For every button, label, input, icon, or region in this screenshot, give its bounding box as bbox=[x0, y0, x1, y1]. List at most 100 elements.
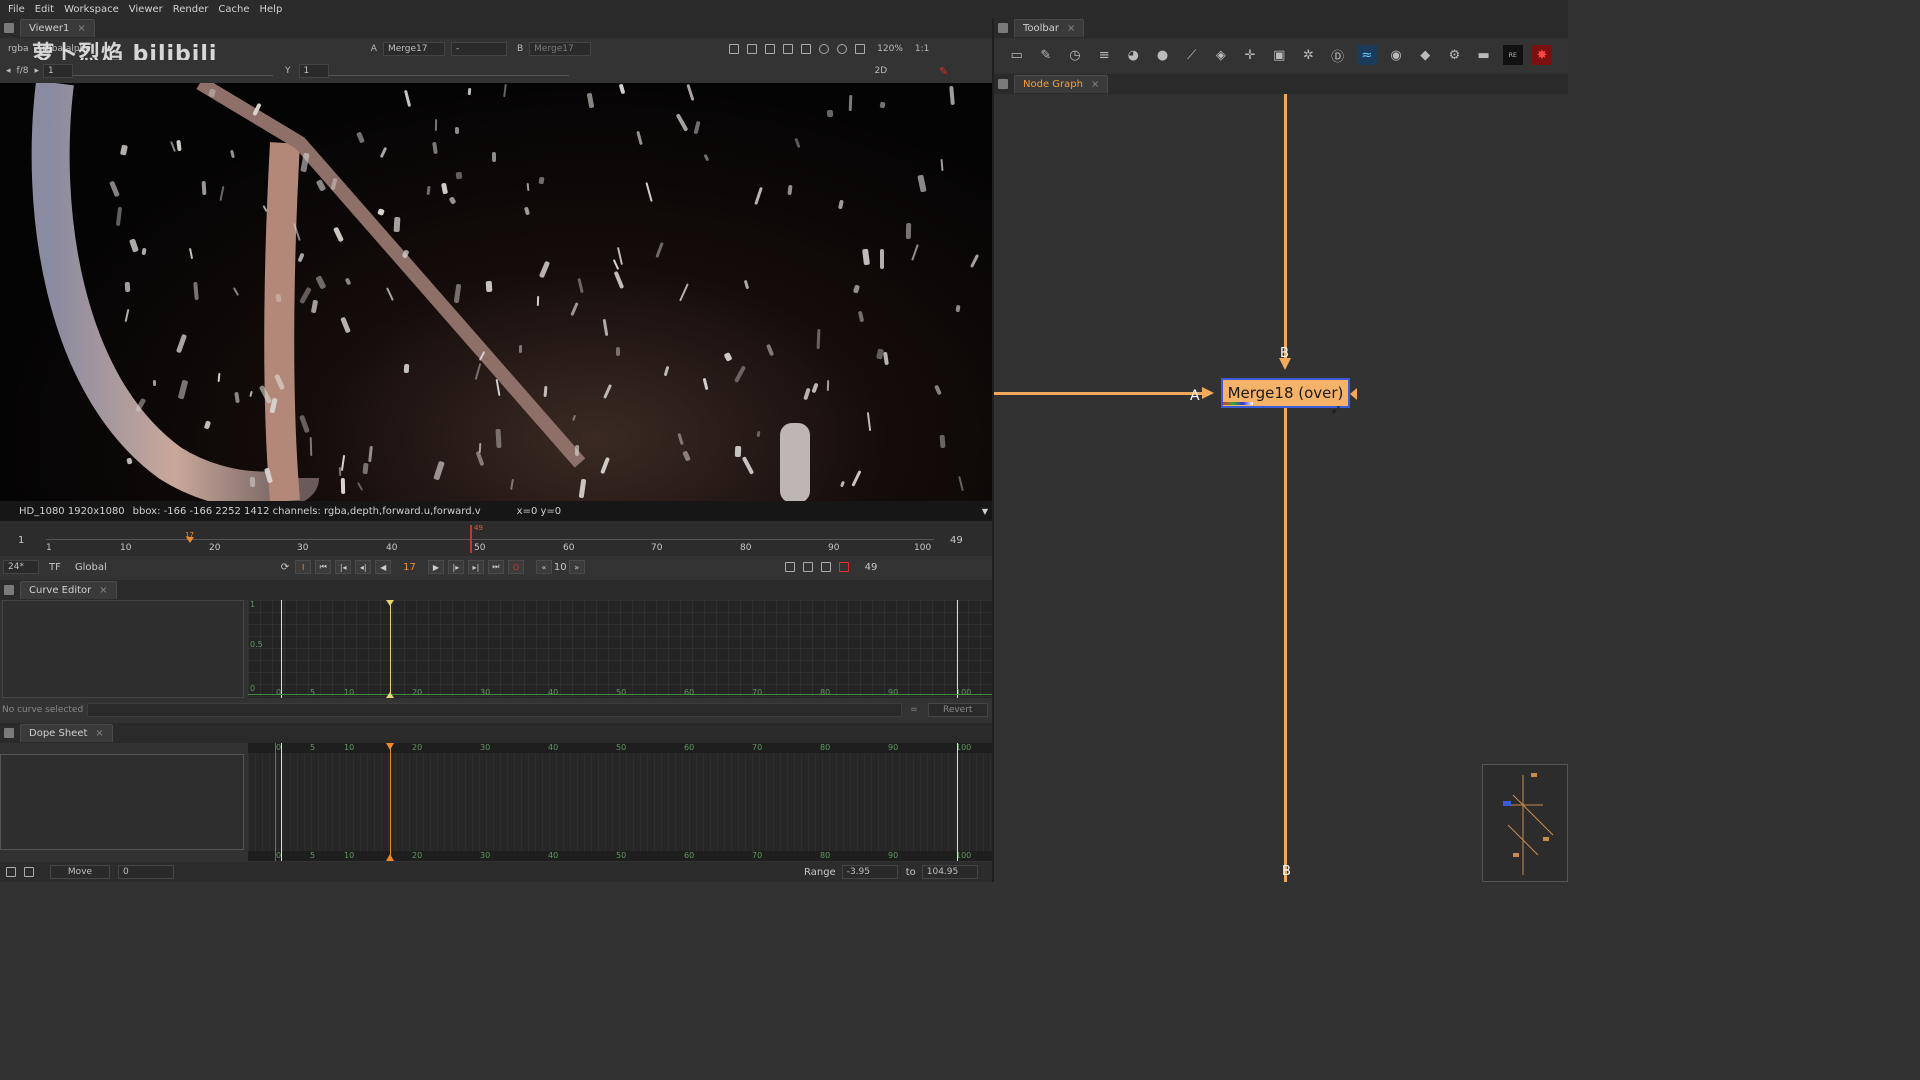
step-forward-icon[interactable]: » bbox=[568, 560, 585, 574]
channel-icon[interactable]: ≡ bbox=[1094, 45, 1114, 65]
play-back-icon[interactable]: ◀ bbox=[375, 560, 392, 574]
transform-icon[interactable]: ▣ bbox=[1269, 45, 1289, 65]
out-point-icon[interactable]: O bbox=[507, 560, 524, 574]
wipe-dropdown[interactable]: - bbox=[450, 42, 507, 56]
tab-node-graph[interactable]: Node Graph × bbox=[1014, 75, 1109, 94]
merge-icon[interactable]: ✛ bbox=[1240, 45, 1260, 65]
current-frame-field[interactable]: 17 bbox=[403, 562, 416, 573]
timeline-start[interactable]: 1 bbox=[18, 535, 24, 546]
scope-dropdown[interactable]: Global bbox=[75, 562, 107, 573]
close-icon[interactable]: × bbox=[77, 20, 85, 38]
revert-button[interactable]: Revert bbox=[927, 703, 988, 717]
reel-icon[interactable]: RE bbox=[1502, 45, 1523, 65]
fstop-value[interactable]: f/8 bbox=[17, 66, 29, 76]
sphere-icon[interactable]: ● bbox=[1153, 45, 1173, 65]
viewer-image[interactable] bbox=[0, 83, 992, 501]
zoom-dropdown[interactable]: 120% bbox=[877, 44, 903, 54]
last-frame-icon[interactable]: ⏭ bbox=[487, 560, 504, 574]
particles-icon[interactable]: Ⓓ bbox=[1328, 45, 1348, 65]
range-to-field[interactable]: 104.95 bbox=[921, 865, 978, 879]
other-icon[interactable]: ⚙ bbox=[1444, 45, 1464, 65]
close-icon[interactable]: × bbox=[99, 582, 107, 600]
timeline-ruler[interactable]: 1 10 20 30 40 50 60 70 80 90 100 17 49 bbox=[46, 524, 934, 553]
info-expand-icon[interactable]: ▼ bbox=[982, 507, 988, 516]
prev-frame-icon[interactable]: ◂| bbox=[355, 560, 372, 574]
menu-viewer[interactable]: Viewer bbox=[129, 4, 163, 15]
close-icon[interactable]: × bbox=[95, 725, 103, 743]
menu-help[interactable]: Help bbox=[260, 4, 283, 15]
next-frame-icon[interactable]: |▸ bbox=[447, 560, 464, 574]
close-icon[interactable]: × bbox=[1091, 76, 1099, 94]
lock-icon[interactable] bbox=[820, 562, 831, 572]
move-value-field[interactable]: 0 bbox=[118, 865, 174, 879]
menu-render[interactable]: Render bbox=[173, 4, 209, 15]
tab-viewer1[interactable]: Viewer1 × bbox=[20, 19, 95, 37]
gain-slider[interactable] bbox=[73, 66, 273, 76]
lines-icon[interactable] bbox=[801, 44, 812, 54]
pane-menu-handle[interactable] bbox=[998, 23, 1008, 33]
gain-field[interactable]: 1 bbox=[43, 64, 73, 78]
image-icon[interactable]: ▭ bbox=[1007, 45, 1027, 65]
cache-icon[interactable] bbox=[838, 562, 849, 572]
loop-icon[interactable]: ⟳ bbox=[281, 562, 289, 573]
views-icon[interactable]: ◉ bbox=[1386, 45, 1406, 65]
mask-icon[interactable] bbox=[765, 44, 776, 54]
in-point-icon[interactable]: I bbox=[295, 560, 312, 574]
move-button[interactable]: Move bbox=[50, 865, 110, 879]
step-field[interactable]: 10 bbox=[554, 562, 567, 573]
input-b-dropdown[interactable]: Merge17 bbox=[529, 42, 592, 56]
next-key-icon[interactable]: ▸| bbox=[467, 560, 484, 574]
channels-dropdown[interactable]: rgba bbox=[8, 44, 28, 54]
tab-dope-sheet[interactable]: Dope Sheet × bbox=[20, 724, 113, 742]
menu-cache[interactable]: Cache bbox=[218, 4, 249, 15]
input-a-dropdown[interactable]: Merge17 bbox=[382, 42, 445, 56]
tab-toolbar[interactable]: Toolbar × bbox=[1014, 19, 1085, 38]
pane-menu-handle[interactable] bbox=[998, 79, 1008, 89]
fstop-right-arrow-icon[interactable]: ▸ bbox=[34, 66, 39, 76]
deep-icon[interactable]: ≈ bbox=[1356, 45, 1377, 65]
pane-menu-handle[interactable] bbox=[4, 585, 14, 595]
view-mode-dropdown[interactable]: 2D bbox=[875, 66, 888, 76]
first-frame-icon[interactable]: ⏮ bbox=[315, 560, 332, 574]
pipe-output[interactable] bbox=[1284, 408, 1287, 882]
overlay-icon[interactable] bbox=[783, 44, 794, 54]
gamma-field[interactable]: 1 bbox=[298, 64, 329, 78]
furnace-icon[interactable]: ▬ bbox=[1474, 45, 1494, 65]
prev-key-icon[interactable]: |◂ bbox=[335, 560, 352, 574]
fps-dropdown[interactable]: 24* bbox=[3, 560, 39, 574]
ratio-dropdown[interactable]: 1:1 bbox=[915, 44, 929, 54]
curve-graph[interactable]: 1 0.5 0 0 5 10 20 30 40 50 60 70 80 90 1… bbox=[248, 600, 992, 698]
mask-input-icon[interactable] bbox=[1350, 388, 1357, 400]
pause-icon[interactable] bbox=[855, 44, 866, 54]
expression-field[interactable] bbox=[87, 703, 903, 717]
metadata-icon[interactable]: ◆ bbox=[1415, 45, 1435, 65]
play-icon[interactable]: ▶ bbox=[427, 560, 444, 574]
plugin-icon[interactable]: ✸ bbox=[1531, 45, 1552, 65]
menu-edit[interactable]: Edit bbox=[35, 4, 54, 15]
pencil-icon[interactable]: ✎ bbox=[939, 65, 948, 78]
step-back-icon[interactable]: « bbox=[535, 560, 552, 574]
pane-menu-handle[interactable] bbox=[4, 23, 14, 33]
keyer-icon[interactable]: ◈ bbox=[1211, 45, 1231, 65]
out-point-marker[interactable] bbox=[470, 525, 472, 553]
region-icon[interactable] bbox=[747, 44, 758, 54]
dope-sheet-graph[interactable]: 0 5 10 20 30 40 50 60 70 80 90 100 0 5 1… bbox=[248, 743, 992, 861]
record-icon[interactable] bbox=[802, 562, 813, 572]
pane-menu-handle[interactable] bbox=[4, 728, 14, 738]
color-icon[interactable]: ◕ bbox=[1123, 45, 1143, 65]
playhead-icon[interactable] bbox=[186, 537, 194, 543]
curve-playhead[interactable] bbox=[390, 600, 391, 698]
roi-icon[interactable] bbox=[729, 44, 740, 54]
menu-workspace[interactable]: Workspace bbox=[64, 4, 119, 15]
range-from-field[interactable]: -3.95 bbox=[841, 865, 898, 879]
close-icon[interactable]: × bbox=[1067, 20, 1075, 38]
navigator-minimap[interactable] bbox=[1482, 764, 1568, 882]
pipe-input-b[interactable] bbox=[1284, 94, 1287, 366]
key-icon[interactable] bbox=[6, 867, 16, 877]
paint-brush-icon[interactable]: ✎ bbox=[1036, 45, 1056, 65]
dope-tree-panel[interactable] bbox=[0, 754, 244, 850]
dope-playhead[interactable] bbox=[390, 743, 391, 861]
refresh-icon[interactable] bbox=[819, 44, 830, 54]
copy-icon[interactable] bbox=[24, 867, 34, 877]
pipe-input-a[interactable] bbox=[994, 392, 1210, 395]
